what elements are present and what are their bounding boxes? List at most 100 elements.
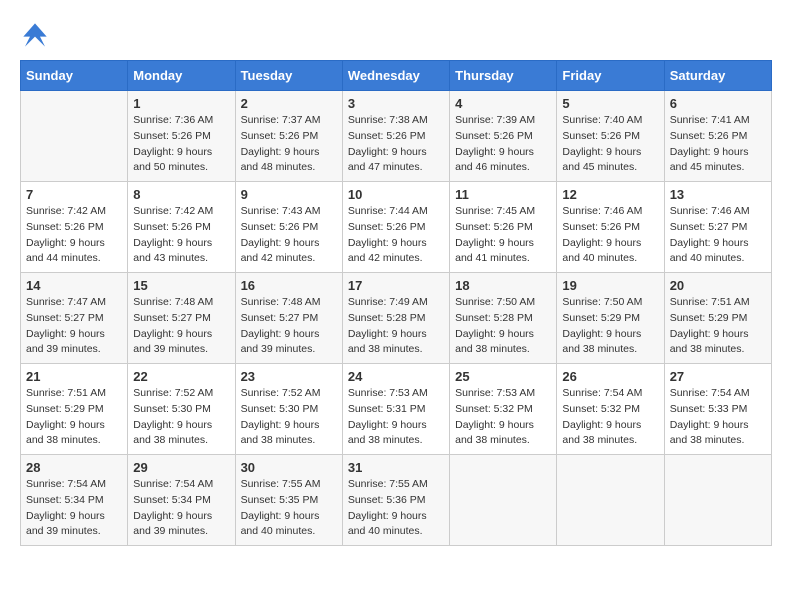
calendar-cell: 4 Sunrise: 7:39 AM Sunset: 5:26 PM Daylig… [450, 91, 557, 182]
day-detail: Sunrise: 7:42 AM Sunset: 5:26 PM Dayligh… [26, 204, 122, 267]
calendar-cell: 11 Sunrise: 7:45 AM Sunset: 5:26 PM Dayli… [450, 182, 557, 273]
calendar-cell: 15 Sunrise: 7:48 AM Sunset: 5:27 PM Dayli… [128, 273, 235, 364]
calendar-cell: 26Sunrise: 7:54 AM Sunset: 5:32 PM Dayli… [557, 364, 664, 455]
calendar-cell: 10 Sunrise: 7:44 AM Sunset: 5:26 PM Dayli… [342, 182, 449, 273]
day-detail: Sunrise: 7:52 AM Sunset: 5:30 PM Dayligh… [241, 386, 337, 449]
calendar-cell: 7 Sunrise: 7:42 AM Sunset: 5:26 PM Daylig… [21, 182, 128, 273]
calendar-cell: 1 Sunrise: 7:36 AM Sunset: 5:26 PM Daylig… [128, 91, 235, 182]
day-detail: Sunrise: 7:55 AM Sunset: 5:35 PM Dayligh… [241, 477, 337, 540]
day-detail: Sunrise: 7:53 AM Sunset: 5:32 PM Dayligh… [455, 386, 551, 449]
day-number: 28 [26, 460, 122, 475]
day-detail: Sunrise: 7:39 AM Sunset: 5:26 PM Dayligh… [455, 113, 551, 176]
day-detail: Sunrise: 7:52 AM Sunset: 5:30 PM Dayligh… [133, 386, 229, 449]
day-detail: Sunrise: 7:53 AM Sunset: 5:31 PM Dayligh… [348, 386, 444, 449]
calendar-week-row: 21Sunrise: 7:51 AM Sunset: 5:29 PM Dayli… [21, 364, 772, 455]
calendar-cell: 29 Sunrise: 7:54 AM Sunset: 5:34 PM Dayli… [128, 455, 235, 546]
day-header-saturday: Saturday [664, 61, 771, 91]
calendar-cell: 22 Sunrise: 7:52 AM Sunset: 5:30 PM Dayli… [128, 364, 235, 455]
day-detail: Sunrise: 7:49 AM Sunset: 5:28 PM Dayligh… [348, 295, 444, 358]
calendar-table: SundayMondayTuesdayWednesdayThursdayFrid… [20, 60, 772, 546]
day-detail: Sunrise: 7:55 AM Sunset: 5:36 PM Dayligh… [348, 477, 444, 540]
day-number: 30 [241, 460, 337, 475]
day-number: 27 [670, 369, 766, 384]
day-number: 8 [133, 187, 229, 202]
day-number: 23 [241, 369, 337, 384]
calendar-cell: 27Sunrise: 7:54 AM Sunset: 5:33 PM Dayli… [664, 364, 771, 455]
day-detail: Sunrise: 7:48 AM Sunset: 5:27 PM Dayligh… [241, 295, 337, 358]
calendar-cell: 30 Sunrise: 7:55 AM Sunset: 5:35 PM Dayli… [235, 455, 342, 546]
day-number: 4 [455, 96, 551, 111]
day-detail: Sunrise: 7:45 AM Sunset: 5:26 PM Dayligh… [455, 204, 551, 267]
day-header-sunday: Sunday [21, 61, 128, 91]
day-detail: Sunrise: 7:54 AM Sunset: 5:34 PM Dayligh… [133, 477, 229, 540]
day-number: 1 [133, 96, 229, 111]
day-number: 22 [133, 369, 229, 384]
day-number: 20 [670, 278, 766, 293]
day-detail: Sunrise: 7:42 AM Sunset: 5:26 PM Dayligh… [133, 204, 229, 267]
day-detail: Sunrise: 7:38 AM Sunset: 5:26 PM Dayligh… [348, 113, 444, 176]
day-number: 2 [241, 96, 337, 111]
day-number: 15 [133, 278, 229, 293]
calendar-week-row: 28 Sunrise: 7:54 AM Sunset: 5:34 PM Dayli… [21, 455, 772, 546]
calendar-cell: 28Sunrise: 7:54 AM Sunset: 5:34 PM Dayli… [21, 455, 128, 546]
day-detail: Sunrise: 7:44 AM Sunset: 5:26 PM Dayligh… [348, 204, 444, 267]
calendar-week-row: 7 Sunrise: 7:42 AM Sunset: 5:26 PM Daylig… [21, 182, 772, 273]
calendar-cell: 13Sunrise: 7:46 AM Sunset: 5:27 PM Dayli… [664, 182, 771, 273]
day-number: 31 [348, 460, 444, 475]
calendar-week-row: 1 Sunrise: 7:36 AM Sunset: 5:26 PM Daylig… [21, 91, 772, 182]
day-number: 24 [348, 369, 444, 384]
day-number: 25 [455, 369, 551, 384]
day-header-wednesday: Wednesday [342, 61, 449, 91]
day-header-tuesday: Tuesday [235, 61, 342, 91]
day-detail: Sunrise: 7:54 AM Sunset: 5:32 PM Dayligh… [562, 386, 658, 449]
calendar-cell: 3Sunrise: 7:38 AM Sunset: 5:26 PM Daylig… [342, 91, 449, 182]
day-number: 9 [241, 187, 337, 202]
day-number: 12 [562, 187, 658, 202]
calendar-cell: 25 Sunrise: 7:53 AM Sunset: 5:32 PM Dayli… [450, 364, 557, 455]
calendar-cell: 9 Sunrise: 7:43 AM Sunset: 5:26 PM Daylig… [235, 182, 342, 273]
calendar-cell: 14Sunrise: 7:47 AM Sunset: 5:27 PM Dayli… [21, 273, 128, 364]
calendar-cell: 21Sunrise: 7:51 AM Sunset: 5:29 PM Dayli… [21, 364, 128, 455]
day-header-monday: Monday [128, 61, 235, 91]
day-number: 5 [562, 96, 658, 111]
calendar-cell: 6 Sunrise: 7:41 AM Sunset: 5:26 PM Daylig… [664, 91, 771, 182]
calendar-week-row: 14Sunrise: 7:47 AM Sunset: 5:27 PM Dayli… [21, 273, 772, 364]
day-detail: Sunrise: 7:46 AM Sunset: 5:26 PM Dayligh… [562, 204, 658, 267]
calendar-cell: 23 Sunrise: 7:52 AM Sunset: 5:30 PM Dayli… [235, 364, 342, 455]
day-number: 16 [241, 278, 337, 293]
day-header-thursday: Thursday [450, 61, 557, 91]
calendar-body: 1 Sunrise: 7:36 AM Sunset: 5:26 PM Daylig… [21, 91, 772, 546]
calendar-cell: 16 Sunrise: 7:48 AM Sunset: 5:27 PM Dayli… [235, 273, 342, 364]
day-detail: Sunrise: 7:36 AM Sunset: 5:26 PM Dayligh… [133, 113, 229, 176]
day-header-friday: Friday [557, 61, 664, 91]
day-detail: Sunrise: 7:51 AM Sunset: 5:29 PM Dayligh… [26, 386, 122, 449]
day-number: 7 [26, 187, 122, 202]
calendar-cell: 19 Sunrise: 7:50 AM Sunset: 5:29 PM Dayli… [557, 273, 664, 364]
day-detail: Sunrise: 7:48 AM Sunset: 5:27 PM Dayligh… [133, 295, 229, 358]
logo [20, 20, 54, 50]
day-detail: Sunrise: 7:43 AM Sunset: 5:26 PM Dayligh… [241, 204, 337, 267]
calendar-cell [664, 455, 771, 546]
calendar-cell: 8 Sunrise: 7:42 AM Sunset: 5:26 PM Daylig… [128, 182, 235, 273]
day-number: 18 [455, 278, 551, 293]
page-header [20, 20, 772, 50]
day-number: 29 [133, 460, 229, 475]
calendar-cell: 17 Sunrise: 7:49 AM Sunset: 5:28 PM Dayli… [342, 273, 449, 364]
calendar-cell: 18Sunrise: 7:50 AM Sunset: 5:28 PM Dayli… [450, 273, 557, 364]
calendar-cell [450, 455, 557, 546]
day-number: 17 [348, 278, 444, 293]
day-number: 10 [348, 187, 444, 202]
day-detail: Sunrise: 7:37 AM Sunset: 5:26 PM Dayligh… [241, 113, 337, 176]
calendar-cell: 20Sunrise: 7:51 AM Sunset: 5:29 PM Dayli… [664, 273, 771, 364]
day-number: 6 [670, 96, 766, 111]
calendar-cell [21, 91, 128, 182]
day-detail: Sunrise: 7:40 AM Sunset: 5:26 PM Dayligh… [562, 113, 658, 176]
day-detail: Sunrise: 7:41 AM Sunset: 5:26 PM Dayligh… [670, 113, 766, 176]
day-detail: Sunrise: 7:50 AM Sunset: 5:29 PM Dayligh… [562, 295, 658, 358]
day-number: 11 [455, 187, 551, 202]
calendar-cell: 31 Sunrise: 7:55 AM Sunset: 5:36 PM Dayli… [342, 455, 449, 546]
calendar-cell: 24 Sunrise: 7:53 AM Sunset: 5:31 PM Dayli… [342, 364, 449, 455]
day-number: 19 [562, 278, 658, 293]
day-detail: Sunrise: 7:47 AM Sunset: 5:27 PM Dayligh… [26, 295, 122, 358]
calendar-header-row: SundayMondayTuesdayWednesdayThursdayFrid… [21, 61, 772, 91]
